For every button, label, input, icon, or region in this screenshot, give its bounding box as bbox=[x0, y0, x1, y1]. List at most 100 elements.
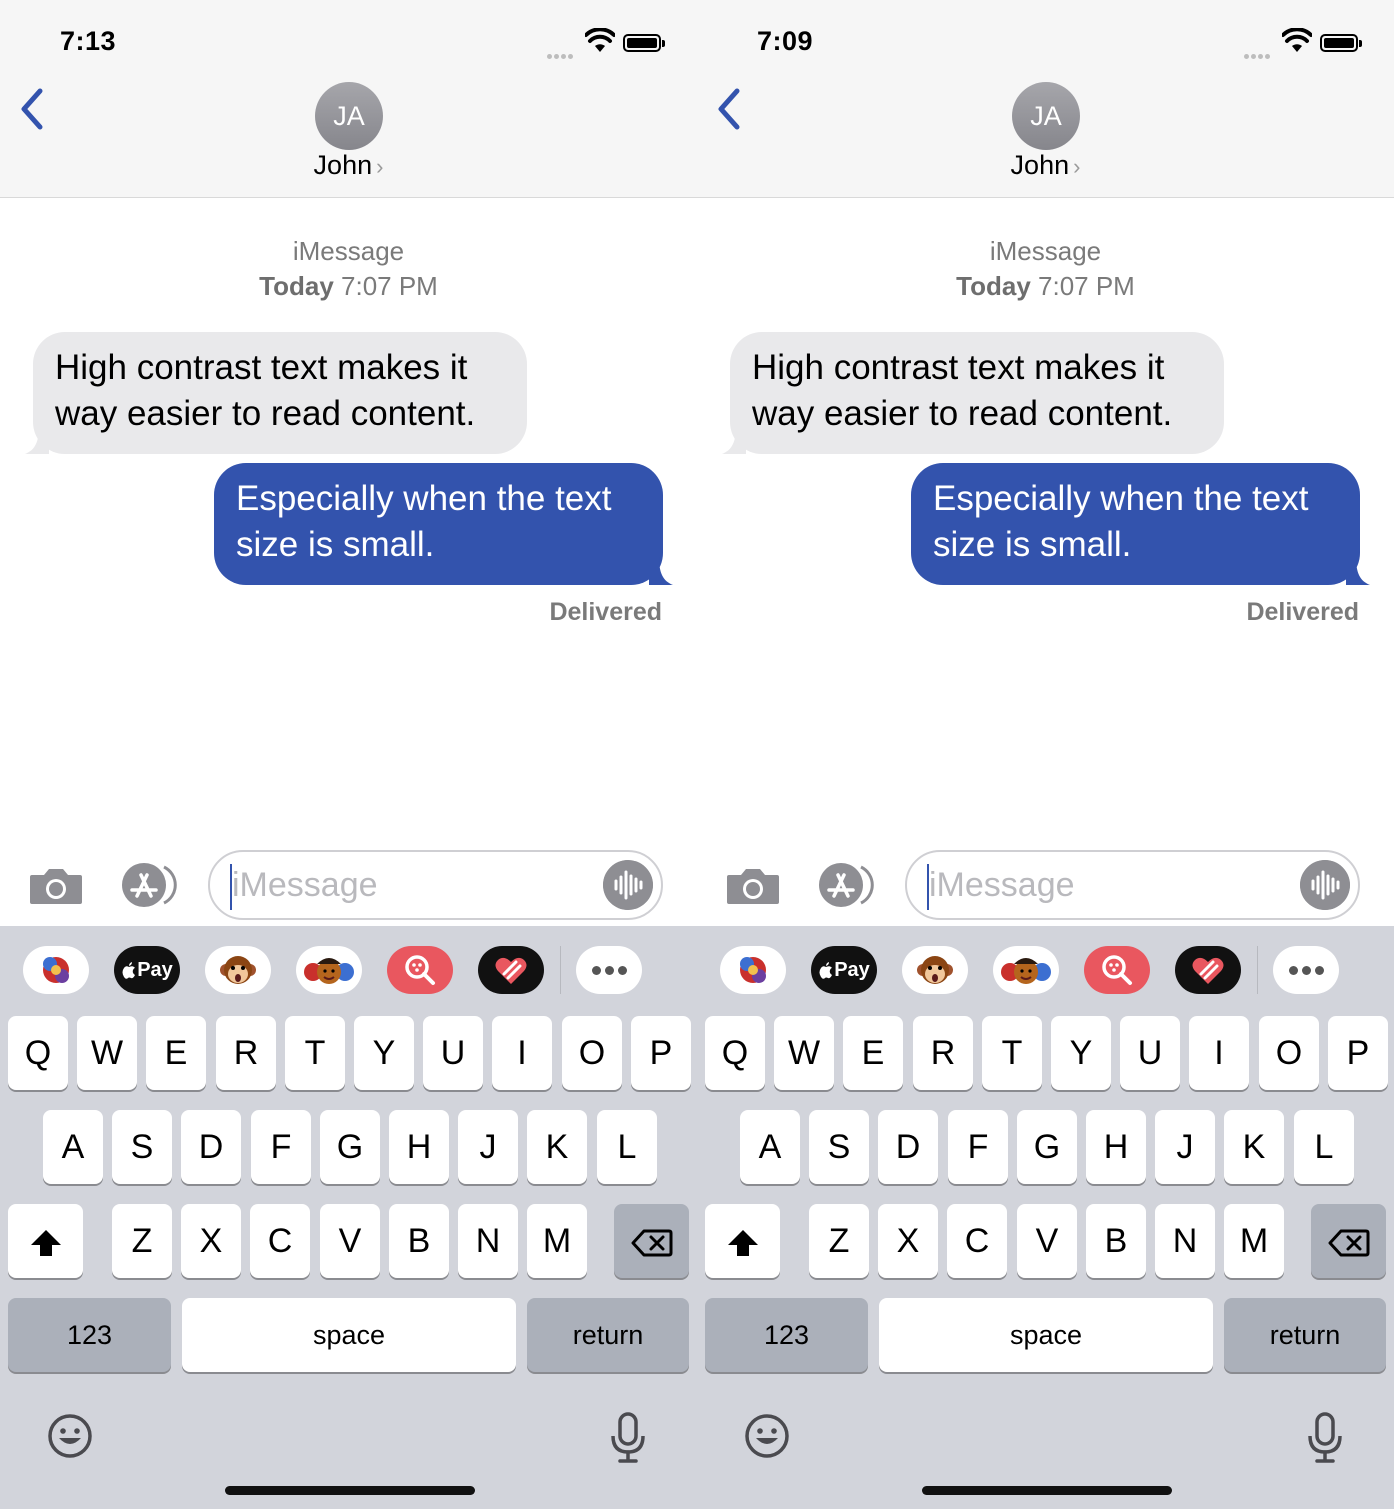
numbers-key[interactable]: 123 bbox=[705, 1298, 868, 1372]
key-d[interactable]: D bbox=[878, 1110, 938, 1184]
dictation-microphone-icon[interactable] bbox=[610, 1412, 646, 1464]
key-w[interactable]: W bbox=[774, 1016, 834, 1090]
key-i[interactable]: I bbox=[1189, 1016, 1249, 1090]
animoji-app[interactable] bbox=[902, 946, 968, 994]
key-b[interactable]: B bbox=[1086, 1204, 1146, 1278]
key-o[interactable]: O bbox=[1259, 1016, 1319, 1090]
message-input[interactable]: iMessage bbox=[905, 850, 1360, 920]
memoji-app[interactable] bbox=[993, 946, 1059, 994]
key-l[interactable]: L bbox=[597, 1110, 657, 1184]
return-key[interactable]: return bbox=[527, 1298, 689, 1372]
message-input[interactable]: iMessage bbox=[208, 850, 663, 920]
more-apps-button[interactable] bbox=[1273, 946, 1339, 994]
key-j[interactable]: J bbox=[458, 1110, 518, 1184]
key-q[interactable]: Q bbox=[705, 1016, 765, 1090]
key-s[interactable]: S bbox=[809, 1110, 869, 1184]
key-x[interactable]: X bbox=[878, 1204, 938, 1278]
key-n[interactable]: N bbox=[458, 1204, 518, 1278]
key-r[interactable]: R bbox=[216, 1016, 276, 1090]
contact-name-button[interactable]: John › bbox=[697, 150, 1394, 181]
apple-pay-app[interactable]: Pay bbox=[811, 946, 877, 994]
sent-message-bubble[interactable]: Especially when the text size is small. bbox=[911, 463, 1370, 585]
key-x[interactable]: X bbox=[181, 1204, 241, 1278]
received-message-bubble[interactable]: High contrast text makes it way easier t… bbox=[25, 332, 527, 454]
key-w[interactable]: W bbox=[77, 1016, 137, 1090]
key-a[interactable]: A bbox=[740, 1110, 800, 1184]
key-z[interactable]: Z bbox=[809, 1204, 869, 1278]
key-f[interactable]: F bbox=[251, 1110, 311, 1184]
key-l[interactable]: L bbox=[1294, 1110, 1354, 1184]
key-i[interactable]: I bbox=[492, 1016, 552, 1090]
emoji-icon[interactable] bbox=[743, 1412, 791, 1460]
return-key[interactable]: return bbox=[1224, 1298, 1386, 1372]
space-key[interactable]: space bbox=[182, 1298, 516, 1372]
images-app[interactable] bbox=[1084, 946, 1150, 994]
digital-touch-app[interactable] bbox=[478, 946, 544, 994]
key-n[interactable]: N bbox=[1155, 1204, 1215, 1278]
memoji-stickers-app[interactable] bbox=[720, 946, 786, 994]
space-key[interactable]: space bbox=[879, 1298, 1213, 1372]
key-u[interactable]: U bbox=[423, 1016, 483, 1090]
delete-key[interactable] bbox=[614, 1204, 689, 1278]
key-m[interactable]: M bbox=[527, 1204, 587, 1278]
key-z[interactable]: Z bbox=[112, 1204, 172, 1278]
contact-avatar[interactable]: JA bbox=[1012, 82, 1080, 150]
key-c[interactable]: C bbox=[947, 1204, 1007, 1278]
key-t[interactable]: T bbox=[982, 1016, 1042, 1090]
delete-key[interactable] bbox=[1311, 1204, 1386, 1278]
camera-icon[interactable] bbox=[28, 866, 84, 906]
back-chevron-icon[interactable] bbox=[18, 86, 48, 132]
contact-avatar[interactable]: JA bbox=[315, 82, 383, 150]
key-q[interactable]: Q bbox=[8, 1016, 68, 1090]
audio-message-icon[interactable] bbox=[1300, 860, 1350, 910]
key-s[interactable]: S bbox=[112, 1110, 172, 1184]
sent-message-bubble[interactable]: Especially when the text size is small. bbox=[214, 463, 673, 585]
emoji-icon[interactable] bbox=[46, 1412, 94, 1460]
key-y[interactable]: Y bbox=[1051, 1016, 1111, 1090]
key-k[interactable]: K bbox=[1224, 1110, 1284, 1184]
app-store-icon[interactable] bbox=[116, 862, 180, 908]
key-v[interactable]: V bbox=[1017, 1204, 1077, 1278]
key-b[interactable]: B bbox=[389, 1204, 449, 1278]
key-e[interactable]: E bbox=[843, 1016, 903, 1090]
timestamp-time: 7:07 PM bbox=[341, 271, 438, 301]
images-app[interactable] bbox=[387, 946, 453, 994]
key-t[interactable]: T bbox=[285, 1016, 345, 1090]
key-h[interactable]: H bbox=[1086, 1110, 1146, 1184]
key-h[interactable]: H bbox=[389, 1110, 449, 1184]
key-o[interactable]: O bbox=[562, 1016, 622, 1090]
memoji-app[interactable] bbox=[296, 946, 362, 994]
apple-pay-app[interactable]: Pay bbox=[114, 946, 180, 994]
shift-key[interactable] bbox=[705, 1204, 780, 1278]
key-g[interactable]: G bbox=[320, 1110, 380, 1184]
memoji-stickers-app[interactable] bbox=[23, 946, 89, 994]
animoji-app[interactable] bbox=[205, 946, 271, 994]
key-p[interactable]: P bbox=[1328, 1016, 1388, 1090]
numbers-key[interactable]: 123 bbox=[8, 1298, 171, 1372]
key-j[interactable]: J bbox=[1155, 1110, 1215, 1184]
shift-key[interactable] bbox=[8, 1204, 83, 1278]
key-g[interactable]: G bbox=[1017, 1110, 1077, 1184]
compose-bar: iMessage bbox=[0, 848, 697, 924]
back-chevron-icon[interactable] bbox=[715, 86, 745, 132]
key-c[interactable]: C bbox=[250, 1204, 310, 1278]
audio-message-icon[interactable] bbox=[603, 860, 653, 910]
camera-icon[interactable] bbox=[725, 866, 781, 906]
key-y[interactable]: Y bbox=[354, 1016, 414, 1090]
received-message-bubble[interactable]: High contrast text makes it way easier t… bbox=[722, 332, 1224, 454]
key-d[interactable]: D bbox=[181, 1110, 241, 1184]
key-m[interactable]: M bbox=[1224, 1204, 1284, 1278]
dictation-microphone-icon[interactable] bbox=[1307, 1412, 1343, 1464]
key-v[interactable]: V bbox=[320, 1204, 380, 1278]
key-k[interactable]: K bbox=[527, 1110, 587, 1184]
key-u[interactable]: U bbox=[1120, 1016, 1180, 1090]
key-e[interactable]: E bbox=[146, 1016, 206, 1090]
key-a[interactable]: A bbox=[43, 1110, 103, 1184]
key-r[interactable]: R bbox=[913, 1016, 973, 1090]
digital-touch-app[interactable] bbox=[1175, 946, 1241, 994]
key-p[interactable]: P bbox=[631, 1016, 691, 1090]
contact-name-button[interactable]: John › bbox=[0, 150, 697, 181]
more-apps-button[interactable] bbox=[576, 946, 642, 994]
app-store-icon[interactable] bbox=[813, 862, 877, 908]
key-f[interactable]: F bbox=[948, 1110, 1008, 1184]
